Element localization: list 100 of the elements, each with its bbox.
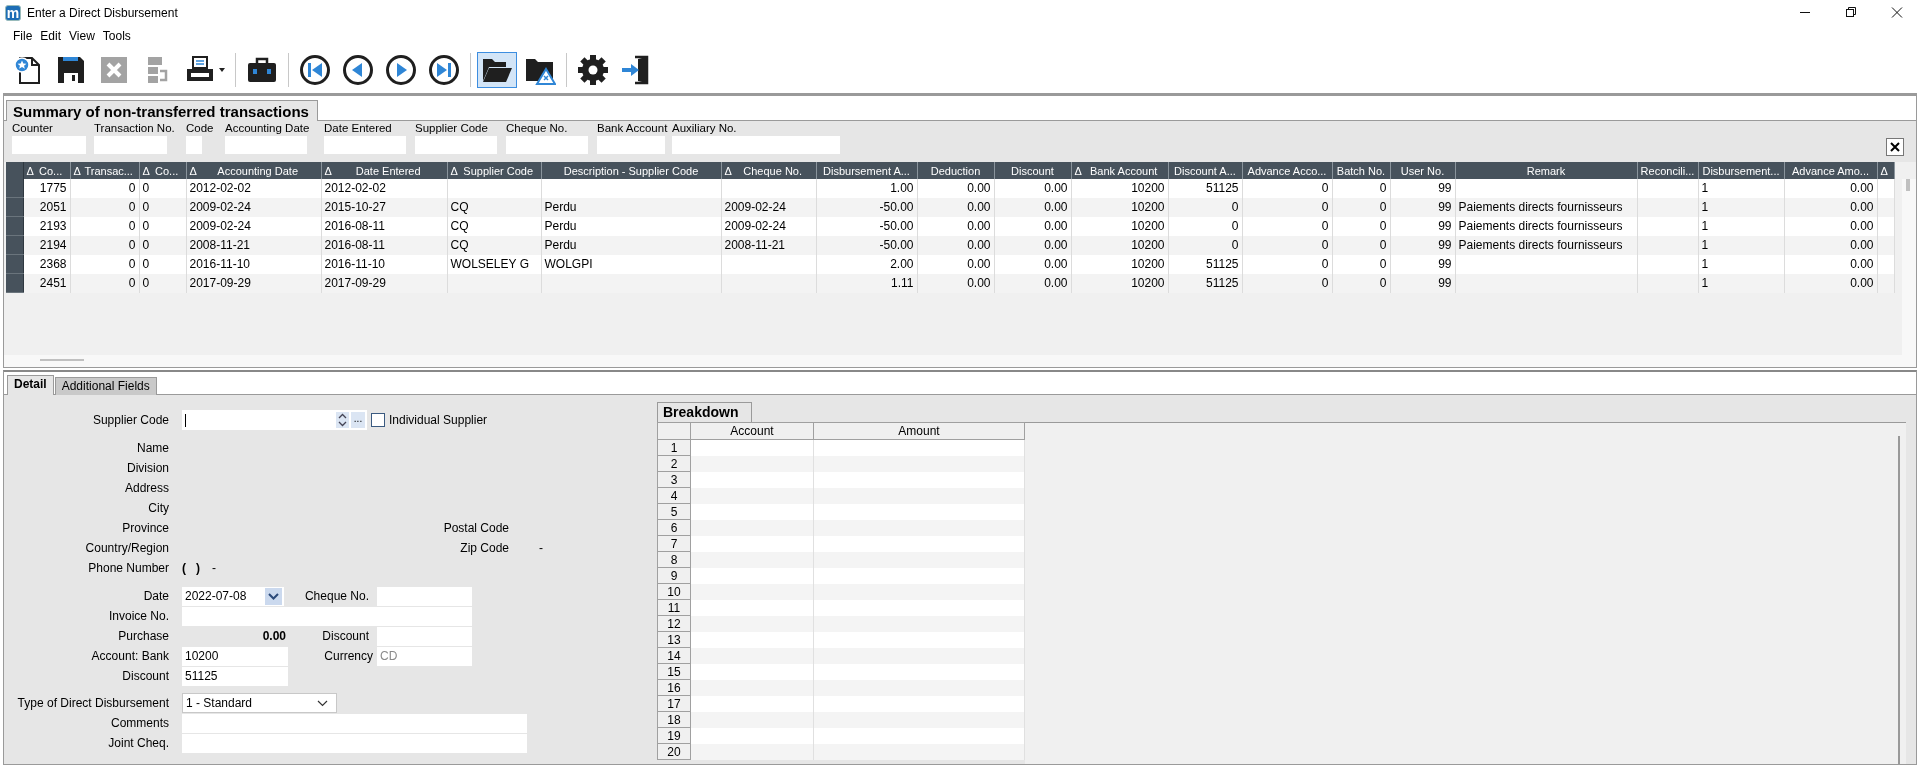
dropdown[interactable]: 1 - Standard <box>182 693 337 713</box>
supplier-code-field[interactable]: ... <box>182 410 367 430</box>
sort-indicator: Δ <box>141 164 150 177</box>
column-header[interactable]: Disbursement A... <box>816 162 917 179</box>
menu-item[interactable]: Tools <box>98 29 135 43</box>
table-cell: 2012-02-02 <box>321 179 447 198</box>
sort-indicator: Δ <box>25 164 34 177</box>
filter-field[interactable] <box>94 136 167 154</box>
field-label: Phone Number <box>87 561 169 575</box>
column-header[interactable]: Δ Cheque No. <box>721 162 816 179</box>
phone-separator: - <box>212 561 216 575</box>
column-header[interactable]: Δ Date Entered <box>321 162 447 179</box>
vertical-scrollbar[interactable] <box>1898 436 1900 764</box>
filter-label: Cheque No. <box>506 121 569 136</box>
field-label: Invoice No. <box>107 609 169 623</box>
tab[interactable]: Additional Fields <box>54 377 157 395</box>
column-header[interactable]: Advance Acco... <box>1242 162 1332 179</box>
field-label: Joint Cheq. <box>107 736 169 750</box>
column-header[interactable]: Amount <box>813 422 1025 440</box>
filter-field[interactable] <box>186 136 202 154</box>
column-label: Accounting Date <box>217 164 299 177</box>
last-icon <box>428 54 460 86</box>
filter-field[interactable] <box>597 136 665 154</box>
filter-field[interactable] <box>506 136 588 154</box>
column-header[interactable]: Δ Accounting Date <box>186 162 321 179</box>
date-field[interactable]: 2022-07-08 <box>182 586 284 606</box>
column-header[interactable]: Discount <box>994 162 1071 179</box>
table-cell: 0.00 <box>917 179 994 198</box>
text-field[interactable]: 10200 <box>182 646 288 666</box>
column-label: Deduction <box>930 164 981 177</box>
area-code: ( ) <box>182 561 200 575</box>
column-header[interactable]: Description - Supplier Code <box>541 162 721 179</box>
text-field[interactable]: 51125 <box>182 666 288 686</box>
table-cell: 2012-02-02 <box>186 179 321 198</box>
text-field[interactable] <box>182 733 527 753</box>
column-header[interactable]: Δ Transac... <box>70 162 139 179</box>
column-header[interactable]: Batch No. <box>1332 162 1390 179</box>
text-cursor <box>185 413 186 427</box>
field-label: Supplier Code <box>91 413 169 427</box>
filter-label: Bank Account <box>597 121 669 136</box>
filter-field[interactable] <box>415 136 497 154</box>
spin-button[interactable] <box>336 412 349 428</box>
filter-field[interactable] <box>225 136 307 154</box>
dropdown-button[interactable] <box>265 587 282 605</box>
table-cell: 1 <box>1698 179 1784 198</box>
caret-icon <box>219 68 225 72</box>
text-field[interactable] <box>182 606 472 626</box>
menu-item[interactable]: View <box>65 29 99 43</box>
column-label: Remark <box>1526 164 1566 177</box>
vertical-scrollbar[interactable] <box>1902 179 1916 355</box>
sort-indicator: Δ <box>723 164 732 177</box>
menu-item[interactable]: Edit <box>36 29 66 43</box>
filter-field[interactable] <box>324 136 406 154</box>
close-icon[interactable] <box>1886 138 1904 156</box>
field-label: Currency <box>323 649 373 663</box>
sort-indicator: Δ <box>72 164 81 177</box>
row-header[interactable] <box>6 179 23 198</box>
column-header[interactable]: Remark <box>1455 162 1637 179</box>
filter-label: Code <box>186 121 215 136</box>
delete-icon <box>98 54 130 86</box>
field-label: Discount <box>321 629 369 643</box>
column-header[interactable]: Disbursement... <box>1698 162 1784 179</box>
column-header[interactable]: Discount A... <box>1168 162 1242 179</box>
checkbox[interactable] <box>371 413 385 427</box>
field-label: Address <box>123 481 169 495</box>
column-header[interactable]: Advance Amo... <box>1784 162 1877 179</box>
horizontal-scrollbar[interactable] <box>4 355 1916 367</box>
field-label: Name <box>136 441 169 455</box>
table-cell: 0 <box>1332 179 1390 198</box>
column-header[interactable]: Δ Co... <box>139 162 186 179</box>
sort-indicator: Δ <box>1879 164 1888 177</box>
sort-indicator: Δ <box>1073 164 1082 177</box>
tab[interactable]: Detail <box>7 375 54 395</box>
toolbar-button[interactable] <box>477 52 517 88</box>
sort-indicator: Δ <box>188 164 197 177</box>
text-field[interactable] <box>377 586 472 606</box>
filter-field[interactable] <box>672 136 840 154</box>
column-header[interactable]: User No. <box>1390 162 1455 179</box>
chevron-icon <box>317 699 328 707</box>
filter-field[interactable] <box>12 136 86 154</box>
column-header[interactable]: Deduction <box>917 162 994 179</box>
filter-label: Accounting Date <box>225 121 311 136</box>
column-header[interactable]: Δ Bank Account <box>1071 162 1168 179</box>
column-label: Transac... <box>84 164 133 177</box>
text-field[interactable] <box>377 626 472 646</box>
column-header[interactable]: Account <box>690 422 814 440</box>
column-header[interactable]: Δ Co... <box>23 162 70 179</box>
filter-label: Date Entered <box>324 121 393 136</box>
menu-item[interactable]: File <box>9 29 37 43</box>
browse-button[interactable]: ... <box>351 412 365 428</box>
filter-label: Supplier Code <box>415 121 489 136</box>
column-header[interactable]: Δ Supplier Code <box>447 162 541 179</box>
field-label: Account: Bank <box>90 649 169 663</box>
column-label: Discount <box>1011 164 1054 177</box>
field-label: Zip Code <box>459 541 509 555</box>
column-label: Co... <box>39 164 63 177</box>
next-icon <box>385 54 417 86</box>
window-title: Enter a Direct Disbursement <box>27 5 178 20</box>
column-label: Disbursement A... <box>823 164 910 177</box>
text-field[interactable] <box>182 713 527 733</box>
